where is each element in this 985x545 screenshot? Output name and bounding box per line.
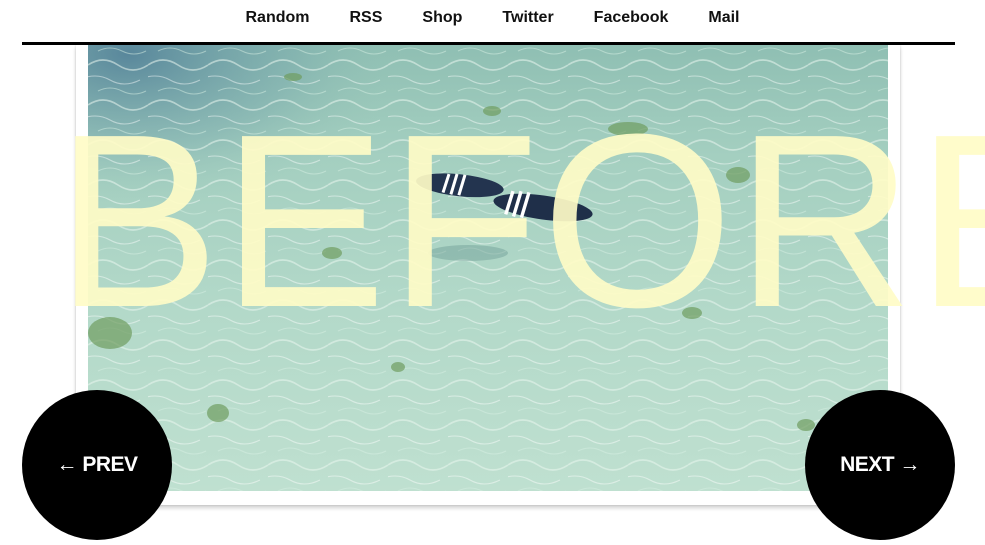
nav-twitter-link[interactable]: Twitter <box>482 0 573 36</box>
top-nav: Random RSS Shop Twitter Facebook Mail <box>0 0 985 36</box>
nav-mail-link[interactable]: Mail <box>688 0 759 36</box>
page: Random RSS Shop Twitter Facebook Mail BE… <box>0 0 985 545</box>
next-button[interactable]: NEXT → <box>805 390 955 540</box>
prev-button[interactable]: ← PREV <box>22 390 172 540</box>
nav-shop-link[interactable]: Shop <box>402 0 482 36</box>
next-button-label: NEXT → <box>840 453 920 476</box>
prev-button-label: ← PREV <box>56 453 138 476</box>
comic-photo <box>88 45 888 491</box>
water-photo-image <box>88 45 888 491</box>
nav-facebook-link[interactable]: Facebook <box>574 0 689 36</box>
nav-random-link[interactable]: Random <box>226 0 330 36</box>
nav-rss-link[interactable]: RSS <box>330 0 403 36</box>
